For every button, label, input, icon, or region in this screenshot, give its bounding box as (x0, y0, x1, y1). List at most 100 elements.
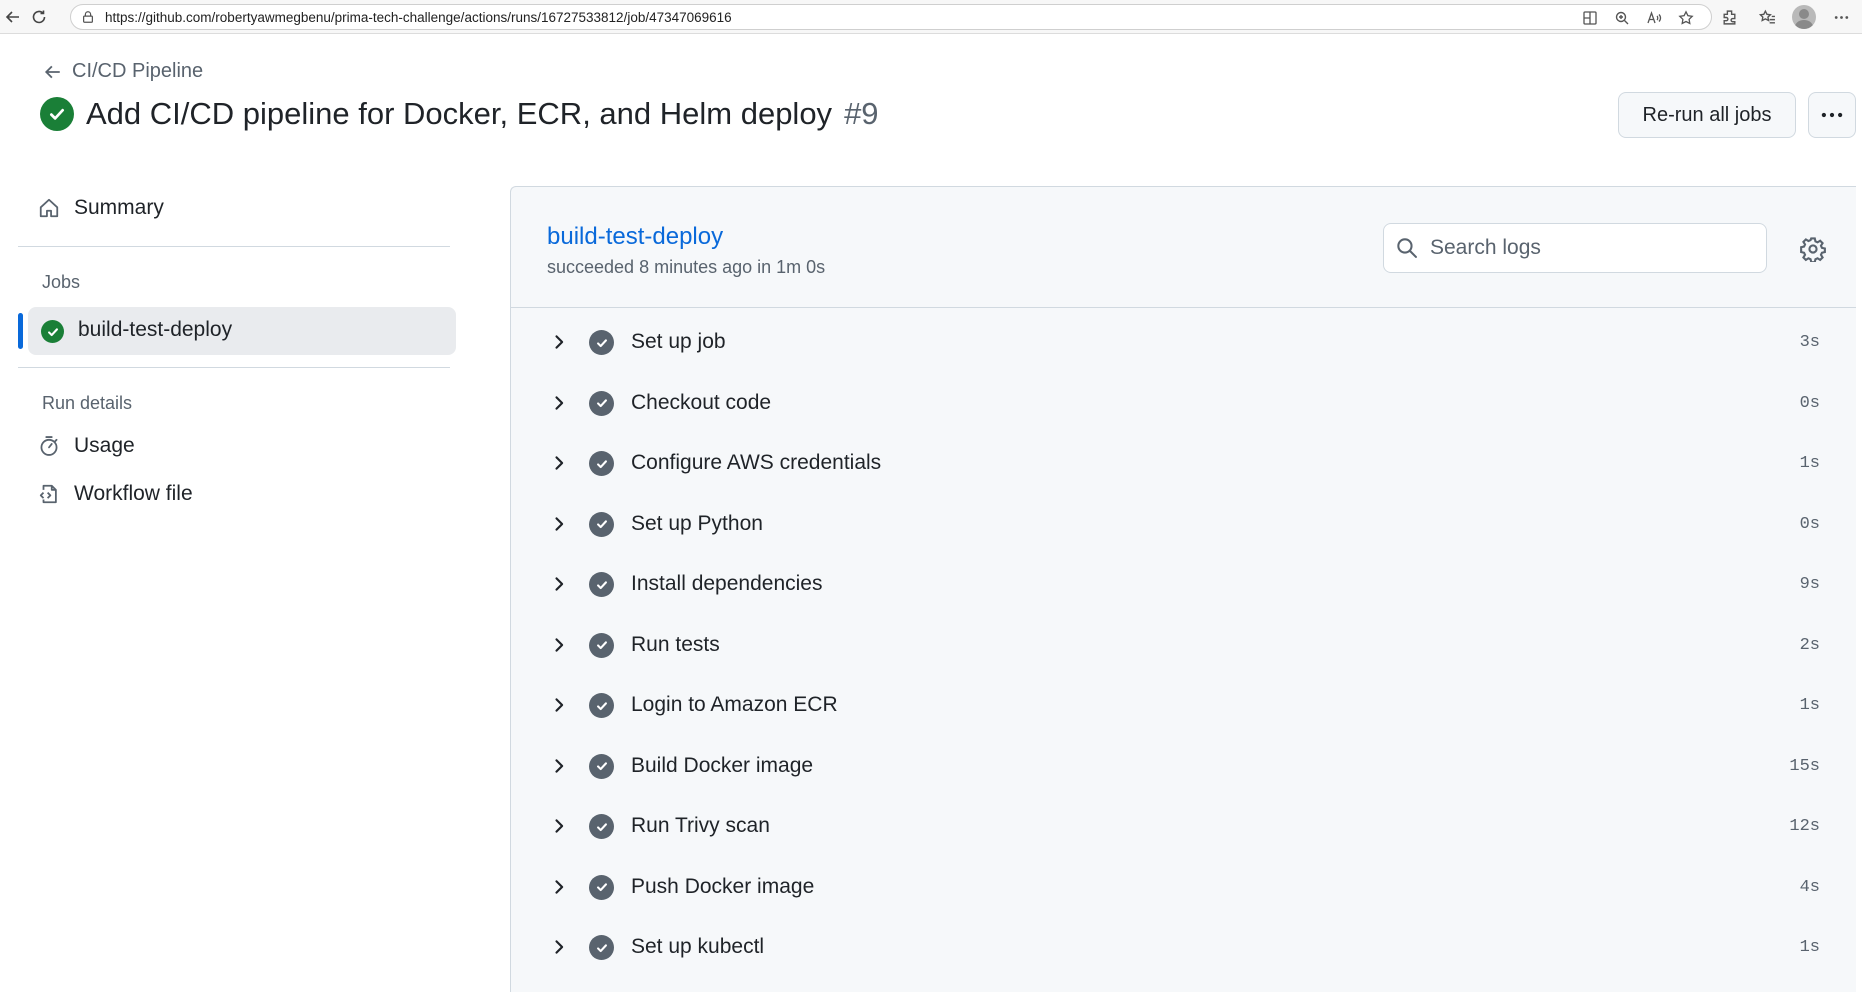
chevron-right-icon[interactable] (549, 393, 569, 413)
back-arrow-icon[interactable] (2, 6, 24, 28)
url-text[interactable]: https://github.com/robertyawmegbenu/prim… (105, 10, 732, 25)
step-duration: 1s (1799, 696, 1820, 715)
step-duration: 2s (1799, 635, 1820, 655)
step-row[interactable]: Push Docker image 4s (511, 858, 1856, 918)
step-name: Install dependencies (631, 572, 823, 595)
step-row[interactable]: Login to Amazon ECR 1s (511, 676, 1856, 736)
step-name: Run tests (631, 632, 720, 656)
step-row[interactable]: Run tests 2s (511, 616, 1856, 676)
step-row[interactable]: Set up job 3s (511, 313, 1856, 373)
step-row[interactable]: Checkout code 0s (511, 374, 1856, 434)
step-row[interactable]: Build Docker image 15s (511, 737, 1856, 797)
chevron-right-icon[interactable] (549, 877, 569, 897)
step-name: Checkout code (631, 390, 772, 414)
check-circle-icon (589, 874, 614, 900)
check-circle-icon (589, 330, 614, 355)
check-circle-icon (589, 693, 614, 718)
step-duration: 9s (1799, 575, 1820, 594)
sidebar-item-summary[interactable]: Summary (38, 196, 164, 220)
search-icon (1397, 238, 1417, 258)
chevron-right-icon[interactable] (549, 937, 569, 957)
sidebar-item-usage[interactable]: Usage (38, 434, 135, 458)
chevron-right-icon[interactable] (549, 514, 569, 534)
check-circle-icon (41, 320, 64, 343)
step-name: Push Docker image (631, 874, 815, 898)
job-log-panel: build-test-deploy succeeded 8 minutes ag… (510, 186, 1856, 992)
step-duration: 0s (1799, 514, 1820, 534)
search-logs-box[interactable] (1383, 223, 1767, 273)
workflow-name[interactable]: CI/CD Pipeline (72, 60, 203, 83)
step-duration: 1s (1799, 454, 1820, 473)
page-title: Add CI/CD pipeline for Docker, ECR, and … (86, 96, 833, 131)
step-row[interactable]: Install dependencies 9s (511, 555, 1856, 615)
more-menu-icon[interactable] (1828, 4, 1854, 30)
page-title-row: Add CI/CD pipeline for Docker, ECR, and … (40, 96, 879, 132)
step-duration: 12s (1789, 817, 1820, 836)
job-status-text: succeeded 8 minutes ago in 1m 0s (547, 257, 826, 277)
check-circle-icon (589, 753, 614, 779)
step-duration: 3s (1799, 333, 1820, 352)
profile-avatar[interactable] (1792, 5, 1816, 29)
step-name: Set up job (631, 330, 726, 353)
step-name: Login to Amazon ECR (631, 693, 838, 716)
sidebar-divider (18, 246, 450, 247)
browser-toolbar: https://github.com/robertyawmegbenu/prim… (0, 0, 1862, 34)
sidebar-item-label: build-test-deploy (78, 318, 233, 341)
step-name: Run Trivy scan (631, 814, 770, 837)
extensions-icon[interactable] (1716, 4, 1742, 30)
run-number: #9 (844, 96, 879, 131)
home-icon (39, 198, 59, 218)
check-circle-icon (40, 97, 74, 131)
stopwatch-icon (40, 436, 58, 456)
step-row[interactable]: Set up kubectl 1s (511, 918, 1856, 978)
read-aloud-icon[interactable] (1645, 9, 1663, 27)
job-name-link[interactable]: build-test-deploy (547, 223, 723, 251)
kebab-horizontal-icon (1821, 112, 1843, 118)
sidebar-item-job[interactable]: build-test-deploy (28, 307, 456, 355)
check-circle-icon (589, 511, 614, 537)
check-circle-icon (589, 632, 614, 658)
chevron-right-icon[interactable] (549, 816, 569, 836)
job-header: build-test-deploy succeeded 8 minutes ag… (511, 187, 1856, 308)
address-bar[interactable]: https://github.com/robertyawmegbenu/prim… (70, 4, 1712, 30)
search-logs-input[interactable] (1430, 232, 1750, 264)
step-row[interactable]: Run Trivy scan 12s (511, 797, 1856, 857)
step-name: Set up Python (631, 511, 763, 535)
collections-icon[interactable] (1754, 4, 1780, 30)
step-row[interactable]: Set up Python 0s (511, 495, 1856, 555)
step-duration: 1s (1799, 938, 1820, 957)
selected-indicator (18, 313, 23, 349)
check-circle-icon (589, 451, 614, 476)
check-circle-icon (589, 935, 614, 960)
gear-icon[interactable] (1797, 233, 1829, 265)
rerun-all-jobs-button[interactable]: Re-run all jobs (1618, 92, 1796, 138)
reader-view-icon[interactable] (1581, 9, 1599, 27)
chevron-right-icon[interactable] (549, 756, 569, 776)
check-circle-icon (589, 390, 614, 416)
step-name: Set up kubectl (631, 935, 765, 958)
sidebar-item-workflow-file[interactable]: Workflow file (38, 482, 193, 506)
step-duration: 4s (1799, 877, 1820, 897)
check-circle-icon (589, 814, 614, 839)
sidebar-item-label: Usage (74, 434, 135, 457)
reload-icon[interactable] (28, 6, 50, 28)
chevron-right-icon[interactable] (549, 695, 569, 715)
lock-icon (81, 10, 95, 24)
chevron-right-icon[interactable] (549, 574, 569, 594)
sidebar-divider (18, 367, 450, 368)
favorite-star-icon[interactable] (1677, 9, 1695, 27)
sidebar-item-label: Summary (74, 196, 164, 219)
step-duration: 15s (1789, 756, 1820, 776)
step-name: Configure AWS credentials (631, 451, 882, 474)
file-code-icon (39, 484, 57, 504)
chevron-right-icon[interactable] (549, 332, 569, 352)
jobs-heading: Jobs (42, 272, 81, 292)
more-options-button[interactable] (1808, 92, 1856, 138)
back-to-workflow-link[interactable]: CI/CD Pipeline (44, 60, 203, 83)
zoom-icon[interactable] (1613, 9, 1631, 27)
step-row[interactable]: Configure AWS credentials 1s (511, 434, 1856, 494)
chevron-right-icon[interactable] (549, 635, 569, 655)
chevron-right-icon[interactable] (549, 453, 569, 473)
run-details-heading: Run details (42, 393, 133, 413)
sidebar-item-label: Workflow file (74, 482, 193, 505)
